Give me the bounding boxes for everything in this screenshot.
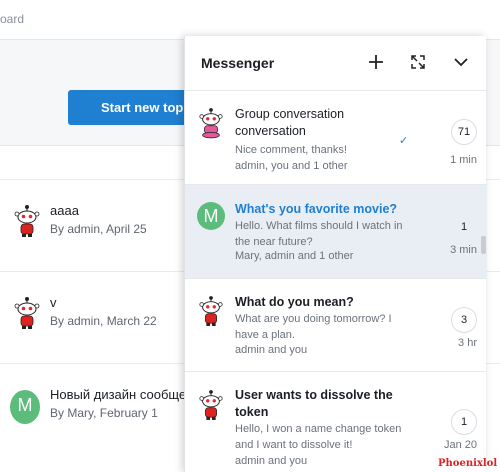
chevron-down-icon[interactable] <box>450 51 472 73</box>
conversation-time: 3 hr <box>458 337 477 349</box>
thread-meta: By admin, March 22 <box>50 314 157 328</box>
conversation-item[interactable]: What do you mean? What are you doing tom… <box>185 279 487 372</box>
conversation-title: What do you mean? <box>235 295 354 309</box>
message-count-badge: 1 <box>451 409 477 435</box>
conversation-participants: admin and you <box>235 455 308 467</box>
conversation-time: 3 min <box>450 244 477 256</box>
message-count-badge: 71 <box>451 119 477 145</box>
robot-avatar <box>197 388 225 422</box>
thread-title[interactable]: v <box>50 295 57 310</box>
thread-meta: By Mary, February 1 <box>50 406 158 420</box>
robot-avatar <box>197 294 225 328</box>
avatar: M <box>10 390 40 424</box>
plus-icon[interactable] <box>365 51 387 73</box>
thread-title[interactable]: Новый дизайн сообщест <box>50 387 199 402</box>
conversation-preview: What are you doing tomorrow? I have a pl… <box>235 313 392 341</box>
conversation-participants: admin, you and 1 other <box>235 160 348 172</box>
conversation-time: 1 min <box>450 154 477 166</box>
watermark-logo: Phoenixlol <box>438 458 498 469</box>
conversation-title: Group conversation conversation <box>235 107 345 138</box>
thread-title[interactable]: aaaa <box>50 203 79 218</box>
messenger-panel: Messenger Group conversation conversatio… <box>184 36 487 472</box>
conversation-title: User wants to dissolve the token <box>235 388 393 419</box>
conversation-preview: Hello. What films should I watch in the … <box>235 220 403 248</box>
robot-avatar <box>12 204 42 238</box>
robot-avatar <box>12 296 42 330</box>
conversation-item[interactable]: User wants to dissolve the token Hello, … <box>185 372 487 472</box>
conversation-participants: Mary, admin and 1 other <box>235 250 354 262</box>
start-new-topic-button[interactable]: Start new topic <box>68 90 200 125</box>
scrollbar[interactable] <box>481 236 486 254</box>
conversation-item[interactable]: Group conversation conversation Nice com… <box>185 92 487 185</box>
messenger-title: Messenger <box>201 55 275 71</box>
messenger-header: Messenger <box>185 36 487 91</box>
read-check-icon: ✓ <box>399 135 409 147</box>
avatar: M <box>197 202 225 230</box>
conversation-item-active[interactable]: M What's you favorite movie? Hello. What… <box>185 185 487 279</box>
conversation-time: Jan 20 <box>443 439 477 451</box>
expand-icon[interactable] <box>407 51 429 73</box>
robot-avatar-pink <box>197 106 225 140</box>
message-count-badge: 3 <box>451 307 477 333</box>
thread-meta: By admin, April 25 <box>50 222 147 236</box>
conversation-preview: Hello, I won a name change token and I w… <box>235 423 402 451</box>
message-count-badge: 1 <box>460 221 468 233</box>
breadcrumb[interactable]: oard <box>0 12 24 26</box>
conversation-title: What's you favorite movie? <box>235 202 398 216</box>
conversation-participants: admin and you <box>235 344 308 356</box>
top-bar: oard <box>0 0 500 40</box>
conversation-preview: Nice comment, thanks! <box>235 144 347 156</box>
